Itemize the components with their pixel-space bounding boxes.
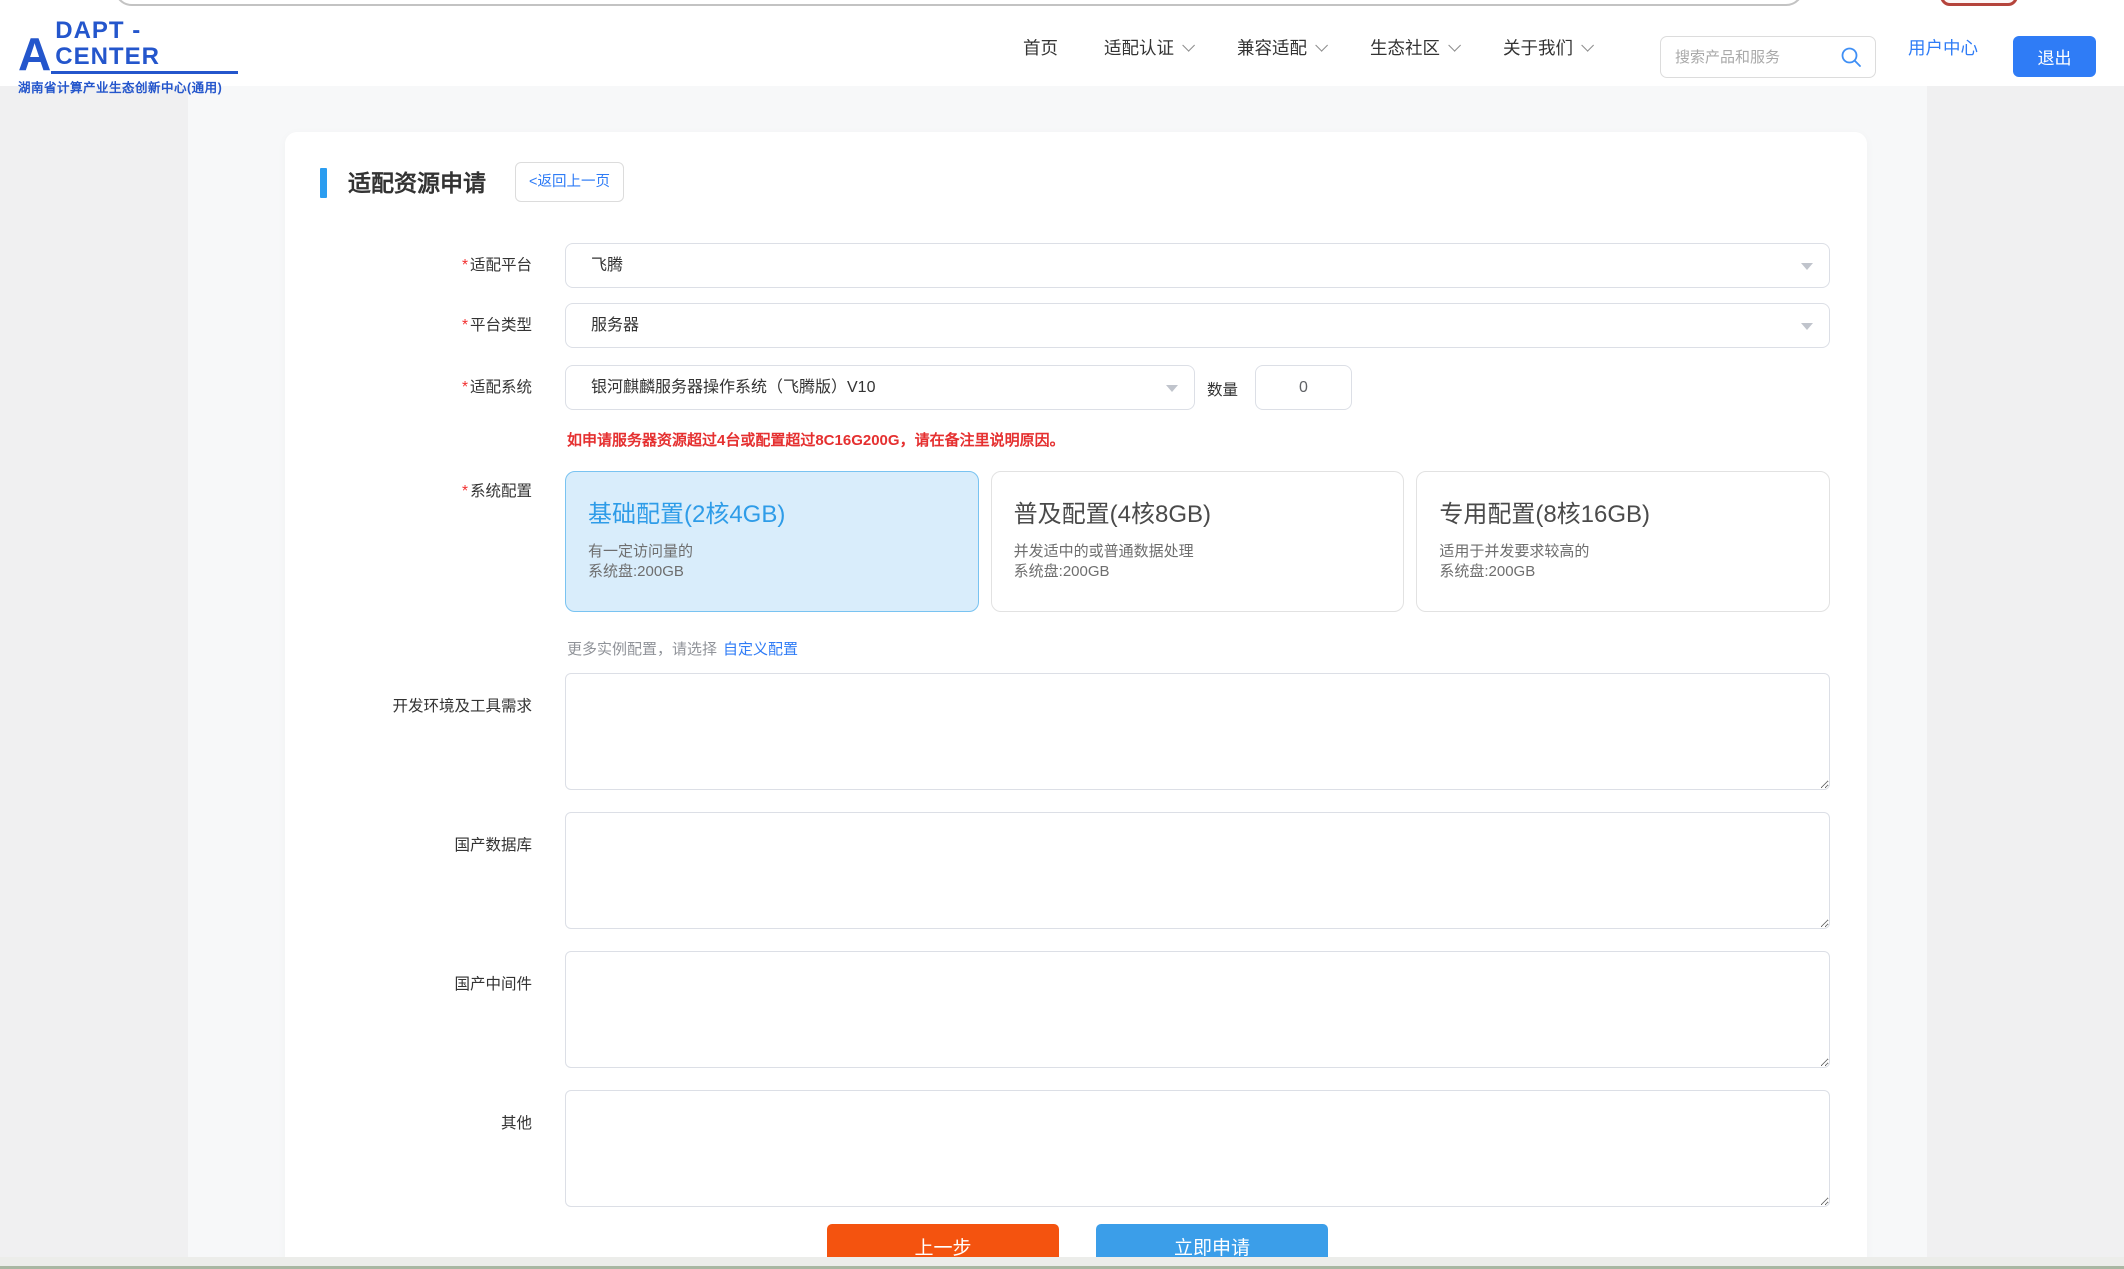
logo-letter: A [18, 34, 51, 74]
title-accent-bar [320, 168, 327, 198]
field-label-dev-env: 开发环境及工具需求 [285, 696, 532, 717]
platform-type-select[interactable]: 服务器 [565, 303, 1830, 348]
middleware-textarea[interactable] [565, 951, 1830, 1068]
quantity-input[interactable] [1255, 365, 1352, 410]
required-asterisk: * [462, 257, 468, 274]
config-card-disk: 系统盘:200GB [588, 562, 978, 582]
nav-item-ecosystem[interactable]: 生态社区 [1370, 35, 1457, 60]
logo-title: DAPT - CENTER [51, 18, 238, 74]
config-card-standard[interactable]: 普及配置(4核8GB) 并发适中的或普通数据处理 系统盘:200GB [991, 471, 1405, 612]
chevron-down-icon [1315, 39, 1328, 52]
config-card-desc: 并发适中的或普通数据处理 [1014, 542, 1404, 562]
left-gutter [0, 86, 188, 1269]
back-button[interactable]: <返回上一页 [515, 162, 624, 202]
field-label-system: *适配系统 [285, 377, 532, 398]
page-title: 适配资源申请 [348, 168, 486, 198]
config-card-disk: 系统盘:200GB [1014, 562, 1404, 582]
site-header: A DAPT - CENTER 湖南省计算产业生态创新中心(通用) 首页 适配认… [0, 8, 2124, 86]
nav-item-home[interactable]: 首页 [1023, 35, 1058, 60]
config-card-dedicated[interactable]: 专用配置(8核16GB) 适用于并发要求较高的 系统盘:200GB [1416, 471, 1830, 612]
system-select-value: 银河麒麟服务器操作系统（飞腾版）V10 [591, 379, 875, 396]
field-label-platform-type: *平台类型 [285, 315, 532, 336]
logout-button[interactable]: 退出 [2013, 36, 2096, 77]
required-asterisk: * [462, 483, 468, 500]
platform-select-value: 飞腾 [591, 257, 623, 274]
custom-config-link[interactable]: 自定义配置 [723, 641, 798, 658]
field-label-other: 其他 [285, 1113, 532, 1134]
config-card-group: 基础配置(2核4GB) 有一定访问量的 系统盘:200GB 普及配置(4核8GB… [565, 471, 1830, 612]
required-asterisk: * [462, 379, 468, 396]
config-card-title: 基础配置(2核4GB) [588, 500, 978, 530]
database-textarea[interactable] [565, 812, 1830, 929]
search-icon[interactable] [1839, 45, 1863, 69]
red-pill-fragment [1940, 0, 2018, 6]
window-bottom-edge [0, 1257, 2124, 1269]
caret-down-icon [1801, 323, 1813, 330]
quantity-label: 数量 [1207, 378, 1238, 400]
main-nav: 首页 适配认证 兼容适配 生态社区 关于我们 [1023, 8, 1590, 86]
nav-item-about[interactable]: 关于我们 [1503, 35, 1590, 60]
config-card-disk: 系统盘:200GB [1439, 562, 1829, 582]
chevron-down-icon [1581, 39, 1594, 52]
config-card-title: 专用配置(8核16GB) [1439, 500, 1829, 530]
other-textarea[interactable] [565, 1090, 1830, 1207]
address-bar-fragment [114, 0, 1804, 6]
config-card-desc: 适用于并发要求较高的 [1439, 542, 1829, 562]
search-box[interactable] [1660, 36, 1876, 78]
caret-down-icon [1166, 385, 1178, 392]
config-card-title: 普及配置(4核8GB) [1014, 500, 1404, 530]
caret-down-icon [1801, 263, 1813, 270]
right-gutter [1927, 86, 2124, 1269]
application-form-panel: 适配资源申请 <返回上一页 *适配平台 飞腾 *平台类型 服务器 *适配系统 银… [285, 132, 1867, 1269]
browser-edge-sliver [0, 0, 2124, 8]
platform-type-select-value: 服务器 [591, 317, 639, 334]
nav-label: 首页 [1023, 35, 1058, 60]
search-input[interactable] [1675, 49, 1833, 66]
field-label-config: *系统配置 [285, 481, 532, 502]
site-logo[interactable]: A DAPT - CENTER 湖南省计算产业生态创新中心(通用) [18, 18, 238, 96]
user-center-link[interactable]: 用户中心 [1908, 8, 1978, 86]
nav-item-compatibility[interactable]: 兼容适配 [1237, 35, 1324, 60]
field-label-platform: *适配平台 [285, 255, 532, 276]
field-label-middleware: 国产中间件 [285, 974, 532, 995]
field-label-database: 国产数据库 [285, 835, 532, 856]
logo-subtitle: 湖南省计算产业生态创新中心(通用) [18, 77, 238, 96]
chevron-down-icon [1448, 39, 1461, 52]
system-select[interactable]: 银河麒麟服务器操作系统（飞腾版）V10 [565, 365, 1195, 410]
required-asterisk: * [462, 317, 468, 334]
chevron-down-icon [1182, 39, 1195, 52]
config-card-basic[interactable]: 基础配置(2核4GB) 有一定访问量的 系统盘:200GB [565, 471, 979, 612]
dev-env-textarea[interactable] [565, 673, 1830, 790]
resource-warning-text: 如申请服务器资源超过4台或配置超过8C16G200G，请在备注里说明原因。 [567, 429, 1065, 450]
nav-label: 生态社区 [1370, 35, 1440, 60]
nav-label: 适配认证 [1104, 35, 1174, 60]
config-card-desc: 有一定访问量的 [588, 542, 978, 562]
nav-label: 关于我们 [1503, 35, 1573, 60]
nav-item-certification[interactable]: 适配认证 [1104, 35, 1191, 60]
platform-select[interactable]: 飞腾 [565, 243, 1830, 288]
more-config-hint: 更多实例配置，请选择自定义配置 [567, 638, 798, 659]
nav-label: 兼容适配 [1237, 35, 1307, 60]
